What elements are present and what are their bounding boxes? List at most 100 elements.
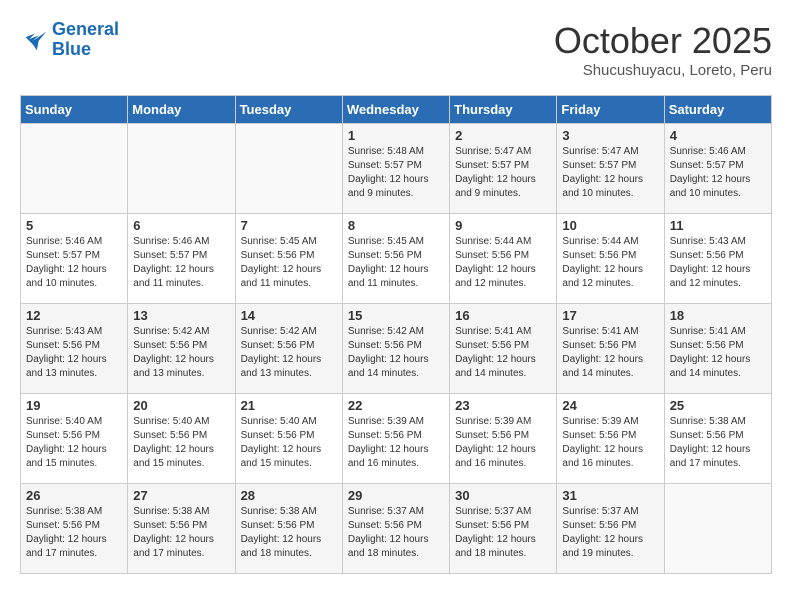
day-info: Sunrise: 5:37 AM Sunset: 5:56 PM Dayligh… <box>562 505 658 561</box>
day-info: Sunrise: 5:42 AM Sunset: 5:56 PM Dayligh… <box>241 325 337 381</box>
day-info: Sunrise: 5:38 AM Sunset: 5:56 PM Dayligh… <box>26 505 122 561</box>
day-number: 1 <box>348 128 444 143</box>
day-info: Sunrise: 5:45 AM Sunset: 5:56 PM Dayligh… <box>348 235 444 291</box>
day-number: 21 <box>241 398 337 413</box>
day-number: 24 <box>562 398 658 413</box>
day-info: Sunrise: 5:43 AM Sunset: 5:56 PM Dayligh… <box>670 235 766 291</box>
day-number: 27 <box>133 488 229 503</box>
calendar-header-row: SundayMondayTuesdayWednesdayThursdayFrid… <box>21 96 772 124</box>
header-sunday: Sunday <box>21 96 128 124</box>
day-number: 8 <box>348 218 444 233</box>
day-number: 7 <box>241 218 337 233</box>
day-number: 26 <box>26 488 122 503</box>
calendar-cell: 22 Sunrise: 5:39 AM Sunset: 5:56 PM Dayli… <box>342 394 449 484</box>
calendar-cell: 12 Sunrise: 5:43 AM Sunset: 5:56 PM Dayli… <box>21 304 128 394</box>
day-info: Sunrise: 5:42 AM Sunset: 5:56 PM Dayligh… <box>133 325 229 381</box>
day-number: 25 <box>670 398 766 413</box>
day-info: Sunrise: 5:40 AM Sunset: 5:56 PM Dayligh… <box>241 415 337 471</box>
location-subtitle: Shucushuyacu, Loreto, Peru <box>554 62 772 79</box>
day-number: 13 <box>133 308 229 323</box>
day-number: 16 <box>455 308 551 323</box>
day-number: 29 <box>348 488 444 503</box>
calendar-cell: 29 Sunrise: 5:37 AM Sunset: 5:56 PM Dayli… <box>342 484 449 574</box>
calendar-cell: 23 Sunrise: 5:39 AM Sunset: 5:56 PM Dayli… <box>450 394 557 484</box>
day-number: 11 <box>670 218 766 233</box>
calendar-cell: 11 Sunrise: 5:43 AM Sunset: 5:56 PM Dayli… <box>664 214 771 304</box>
day-info: Sunrise: 5:46 AM Sunset: 5:57 PM Dayligh… <box>670 145 766 201</box>
calendar-cell: 26 Sunrise: 5:38 AM Sunset: 5:56 PM Dayli… <box>21 484 128 574</box>
logo-line2: Blue <box>52 39 91 59</box>
day-info: Sunrise: 5:39 AM Sunset: 5:56 PM Dayligh… <box>455 415 551 471</box>
day-info: Sunrise: 5:40 AM Sunset: 5:56 PM Dayligh… <box>133 415 229 471</box>
header-thursday: Thursday <box>450 96 557 124</box>
day-info: Sunrise: 5:46 AM Sunset: 5:57 PM Dayligh… <box>26 235 122 291</box>
day-number: 3 <box>562 128 658 143</box>
header-monday: Monday <box>128 96 235 124</box>
header-wednesday: Wednesday <box>342 96 449 124</box>
day-info: Sunrise: 5:38 AM Sunset: 5:56 PM Dayligh… <box>670 415 766 471</box>
day-number: 19 <box>26 398 122 413</box>
calendar-cell: 13 Sunrise: 5:42 AM Sunset: 5:56 PM Dayli… <box>128 304 235 394</box>
day-number: 28 <box>241 488 337 503</box>
day-number: 22 <box>348 398 444 413</box>
calendar-cell: 24 Sunrise: 5:39 AM Sunset: 5:56 PM Dayli… <box>557 394 664 484</box>
day-number: 18 <box>670 308 766 323</box>
calendar-cell: 27Sunrise: 5:38 AM Sunset: 5:56 PM Dayli… <box>128 484 235 574</box>
day-number: 15 <box>348 308 444 323</box>
calendar-cell: 28 Sunrise: 5:38 AM Sunset: 5:56 PM Dayli… <box>235 484 342 574</box>
calendar-cell: 21 Sunrise: 5:40 AM Sunset: 5:56 PM Dayli… <box>235 394 342 484</box>
day-number: 6 <box>133 218 229 233</box>
day-number: 14 <box>241 308 337 323</box>
day-info: Sunrise: 5:41 AM Sunset: 5:56 PM Dayligh… <box>670 325 766 381</box>
day-number: 31 <box>562 488 658 503</box>
day-info: Sunrise: 5:39 AM Sunset: 5:56 PM Dayligh… <box>562 415 658 471</box>
header-tuesday: Tuesday <box>235 96 342 124</box>
day-info: Sunrise: 5:47 AM Sunset: 5:57 PM Dayligh… <box>455 145 551 201</box>
header-saturday: Saturday <box>664 96 771 124</box>
day-number: 12 <box>26 308 122 323</box>
calendar-week-row: 12 Sunrise: 5:43 AM Sunset: 5:56 PM Dayli… <box>21 304 772 394</box>
logo-line1: General <box>52 19 119 39</box>
calendar-cell: 25 Sunrise: 5:38 AM Sunset: 5:56 PM Dayli… <box>664 394 771 484</box>
day-info: Sunrise: 5:44 AM Sunset: 5:56 PM Dayligh… <box>562 235 658 291</box>
day-number: 2 <box>455 128 551 143</box>
day-number: 30 <box>455 488 551 503</box>
logo-text: General Blue <box>52 20 119 60</box>
calendar-cell <box>128 124 235 214</box>
day-info: Sunrise: 5:37 AM Sunset: 5:56 PM Dayligh… <box>348 505 444 561</box>
logo-icon <box>20 26 48 54</box>
day-info: Sunrise: 5:48 AM Sunset: 5:57 PM Dayligh… <box>348 145 444 201</box>
calendar-week-row: 26 Sunrise: 5:38 AM Sunset: 5:56 PM Dayli… <box>21 484 772 574</box>
day-number: 23 <box>455 398 551 413</box>
day-number: 17 <box>562 308 658 323</box>
day-number: 9 <box>455 218 551 233</box>
calendar-cell: 31 Sunrise: 5:37 AM Sunset: 5:56 PM Dayli… <box>557 484 664 574</box>
day-number: 5 <box>26 218 122 233</box>
day-info: Sunrise: 5:44 AM Sunset: 5:56 PM Dayligh… <box>455 235 551 291</box>
calendar-cell: 3Sunrise: 5:47 AM Sunset: 5:57 PM Daylig… <box>557 124 664 214</box>
calendar-cell: 4 Sunrise: 5:46 AM Sunset: 5:57 PM Daylig… <box>664 124 771 214</box>
calendar-cell <box>664 484 771 574</box>
calendar-cell: 10Sunrise: 5:44 AM Sunset: 5:56 PM Dayli… <box>557 214 664 304</box>
logo: General Blue <box>20 20 119 60</box>
day-number: 4 <box>670 128 766 143</box>
calendar-week-row: 5 Sunrise: 5:46 AM Sunset: 5:57 PM Daylig… <box>21 214 772 304</box>
day-info: Sunrise: 5:41 AM Sunset: 5:56 PM Dayligh… <box>562 325 658 381</box>
calendar-cell: 15Sunrise: 5:42 AM Sunset: 5:56 PM Dayli… <box>342 304 449 394</box>
calendar-cell: 7 Sunrise: 5:45 AM Sunset: 5:56 PM Daylig… <box>235 214 342 304</box>
calendar-cell: 6Sunrise: 5:46 AM Sunset: 5:57 PM Daylig… <box>128 214 235 304</box>
calendar-cell: 9 Sunrise: 5:44 AM Sunset: 5:56 PM Daylig… <box>450 214 557 304</box>
calendar-cell <box>21 124 128 214</box>
calendar-week-row: 1 Sunrise: 5:48 AM Sunset: 5:57 PM Daylig… <box>21 124 772 214</box>
day-info: Sunrise: 5:38 AM Sunset: 5:56 PM Dayligh… <box>241 505 337 561</box>
day-info: Sunrise: 5:39 AM Sunset: 5:56 PM Dayligh… <box>348 415 444 471</box>
title-block: October 2025 Shucushuyacu, Loreto, Peru <box>554 20 772 79</box>
calendar-cell: 17 Sunrise: 5:41 AM Sunset: 5:56 PM Dayli… <box>557 304 664 394</box>
calendar-cell: 14 Sunrise: 5:42 AM Sunset: 5:56 PM Dayli… <box>235 304 342 394</box>
calendar-cell: 16Sunrise: 5:41 AM Sunset: 5:56 PM Dayli… <box>450 304 557 394</box>
day-info: Sunrise: 5:45 AM Sunset: 5:56 PM Dayligh… <box>241 235 337 291</box>
day-info: Sunrise: 5:43 AM Sunset: 5:56 PM Dayligh… <box>26 325 122 381</box>
calendar-week-row: 19 Sunrise: 5:40 AM Sunset: 5:56 PM Dayli… <box>21 394 772 484</box>
calendar-cell: 19Sunrise: 5:40 AM Sunset: 5:56 PM Dayli… <box>21 394 128 484</box>
day-number: 20 <box>133 398 229 413</box>
